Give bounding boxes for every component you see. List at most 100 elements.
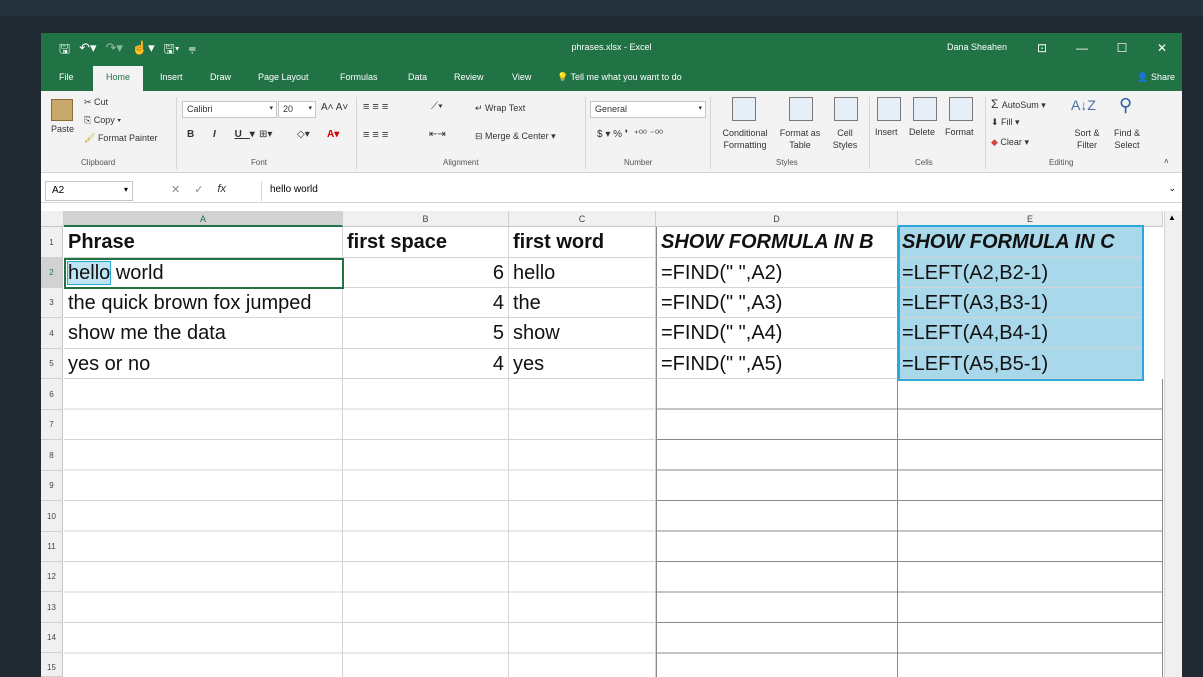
- vertical-scrollbar[interactable]: ▲: [1164, 211, 1182, 677]
- name-box[interactable]: A2 ▾: [45, 181, 133, 201]
- cell-c5[interactable]: yes: [509, 349, 656, 379]
- column-header-d[interactable]: D: [656, 211, 898, 227]
- row-header-10[interactable]: 10: [41, 501, 63, 532]
- cell-b1[interactable]: first space: [343, 227, 509, 258]
- tab-file[interactable]: File: [59, 72, 74, 82]
- cell-a5[interactable]: yes or no: [64, 349, 343, 379]
- format-as-table-button[interactable]: Format as Table: [776, 127, 824, 151]
- clear-button[interactable]: ◆ Clear ▾: [991, 137, 1029, 148]
- column-header-e[interactable]: E: [898, 211, 1163, 227]
- empty-cells-d[interactable]: [656, 379, 898, 677]
- cancel-icon[interactable]: ✕: [171, 183, 180, 196]
- row-header-2[interactable]: 2: [41, 258, 63, 288]
- cell-d5[interactable]: =FIND(" ",A5): [656, 349, 898, 379]
- empty-cells-b[interactable]: [343, 379, 509, 677]
- tab-insert[interactable]: Insert: [160, 72, 183, 82]
- cell-a3[interactable]: the quick brown fox jumped: [64, 288, 343, 318]
- tab-draw[interactable]: Draw: [210, 72, 231, 82]
- tab-data[interactable]: Data: [408, 72, 427, 82]
- row-header-11[interactable]: 11: [41, 532, 63, 562]
- sort-filter-button[interactable]: Sort & Filter: [1067, 127, 1107, 151]
- row-header-9[interactable]: 9: [41, 471, 63, 501]
- paste-button[interactable]: Paste: [51, 99, 74, 134]
- autosum-button[interactable]: Σ AutoSum ▾: [991, 97, 1046, 111]
- expand-formula-bar-icon[interactable]: ⌄: [1168, 183, 1176, 194]
- cell-a1[interactable]: Phrase: [64, 227, 343, 258]
- borders-icon[interactable]: ⊞▾: [259, 129, 272, 140]
- empty-cells-c[interactable]: [509, 379, 656, 677]
- formula-input[interactable]: hello world: [261, 181, 1173, 201]
- cell-c3[interactable]: the: [509, 288, 656, 318]
- number-format-icons[interactable]: $ ▾ % ❜ ⁺⁰⁰ ⁻⁰⁰: [597, 129, 663, 140]
- cell-d4[interactable]: =FIND(" ",A4): [656, 318, 898, 349]
- cell-e2[interactable]: =LEFT(A2,B2-1): [898, 258, 1143, 288]
- row-header-12[interactable]: 12: [41, 562, 63, 592]
- column-header-a[interactable]: A: [64, 211, 343, 227]
- empty-cells-e[interactable]: [898, 379, 1163, 677]
- row-header-8[interactable]: 8: [41, 440, 63, 471]
- row-header-4[interactable]: 4: [41, 318, 63, 349]
- fill-button[interactable]: ⬇ Fill ▾: [991, 117, 1020, 128]
- empty-cells-a[interactable]: [64, 379, 343, 677]
- font-grow-shrink-icons[interactable]: A˄ A˅: [321, 102, 348, 113]
- merge-center-button[interactable]: ⊟ Merge & Center ▾: [475, 131, 556, 142]
- font-size-select[interactable]: 20 ▾: [278, 101, 316, 118]
- tab-formulas[interactable]: Formulas: [340, 72, 378, 82]
- font-color-icon[interactable]: A▾: [327, 129, 339, 140]
- format-painter-button[interactable]: 🖌 Format Painter: [84, 133, 157, 144]
- bold-italic-underline-icons[interactable]: B I U▾: [187, 129, 263, 140]
- row-header-3[interactable]: 3: [41, 288, 63, 318]
- cell-e3[interactable]: =LEFT(A3,B3-1): [898, 288, 1143, 318]
- cell-b2[interactable]: 6: [343, 258, 509, 288]
- scroll-up-icon[interactable]: ▲: [1168, 213, 1176, 222]
- cell-b5[interactable]: 4: [343, 349, 509, 379]
- fill-color-icon[interactable]: ◇▾: [297, 129, 310, 140]
- row-header-14[interactable]: 14: [41, 623, 63, 653]
- cell-c4[interactable]: show: [509, 318, 656, 349]
- enter-icon[interactable]: ✓: [194, 183, 203, 196]
- indent-icons[interactable]: ⇤⇥: [429, 129, 446, 140]
- cell-styles-button[interactable]: Cell Styles: [827, 127, 863, 151]
- tell-me-search[interactable]: 💡 Tell me what you want to do: [557, 72, 682, 83]
- orientation-icon[interactable]: ⟋▾: [431, 101, 443, 112]
- select-all-corner[interactable]: [41, 211, 64, 227]
- delete-cells-button[interactable]: Delete: [909, 127, 935, 137]
- cell-c1[interactable]: first word: [509, 227, 656, 258]
- tab-review[interactable]: Review: [454, 72, 484, 82]
- cell-e4[interactable]: =LEFT(A4,B4-1): [898, 318, 1143, 349]
- cell-d3[interactable]: =FIND(" ",A3): [656, 288, 898, 318]
- insert-cells-button[interactable]: Insert: [875, 127, 898, 137]
- wrap-text-button[interactable]: ↵ Wrap Text: [475, 103, 525, 114]
- row-header-15[interactable]: 15: [41, 653, 63, 677]
- collapse-ribbon-icon[interactable]: ˄: [1164, 157, 1169, 166]
- cell-b3[interactable]: 4: [343, 288, 509, 318]
- share-button[interactable]: 👤 Share: [1137, 72, 1175, 83]
- number-format-select[interactable]: General ▾: [590, 101, 706, 118]
- function-icon[interactable]: fx: [217, 183, 226, 196]
- row-header-1[interactable]: 1: [41, 227, 63, 258]
- row-header-5[interactable]: 5: [41, 349, 63, 379]
- tab-home[interactable]: Home: [93, 66, 144, 91]
- cell-d2[interactable]: =FIND(" ",A2): [656, 258, 898, 288]
- row-header-13[interactable]: 13: [41, 592, 63, 623]
- format-cells-button[interactable]: Format: [945, 127, 974, 137]
- cell-c2[interactable]: hello: [509, 258, 656, 288]
- maximize-button[interactable]: ☐: [1102, 33, 1142, 63]
- vertical-align-icons[interactable]: ≡≡≡: [363, 101, 391, 113]
- cell-d1[interactable]: SHOW FORMULA IN B: [656, 227, 898, 258]
- tab-page-layout[interactable]: Page Layout: [258, 72, 309, 82]
- minimize-button[interactable]: —: [1062, 33, 1102, 63]
- row-header-6[interactable]: 6: [41, 379, 63, 410]
- row-header-7[interactable]: 7: [41, 410, 63, 440]
- column-header-c[interactable]: C: [509, 211, 656, 227]
- column-header-b[interactable]: B: [343, 211, 509, 227]
- cell-b4[interactable]: 5: [343, 318, 509, 349]
- conditional-formatting-button[interactable]: Conditional Formatting: [715, 127, 775, 151]
- cell-e1[interactable]: SHOW FORMULA IN C: [898, 227, 1143, 258]
- copy-button[interactable]: ⎘ Copy ▾: [84, 115, 121, 126]
- cut-button[interactable]: ✂ Cut: [84, 97, 108, 108]
- find-select-button[interactable]: Find & Select: [1107, 127, 1147, 151]
- tab-view[interactable]: View: [512, 72, 531, 82]
- font-name-select[interactable]: Calibri ▾: [182, 101, 277, 118]
- cell-e5[interactable]: =LEFT(A5,B5-1): [898, 349, 1143, 379]
